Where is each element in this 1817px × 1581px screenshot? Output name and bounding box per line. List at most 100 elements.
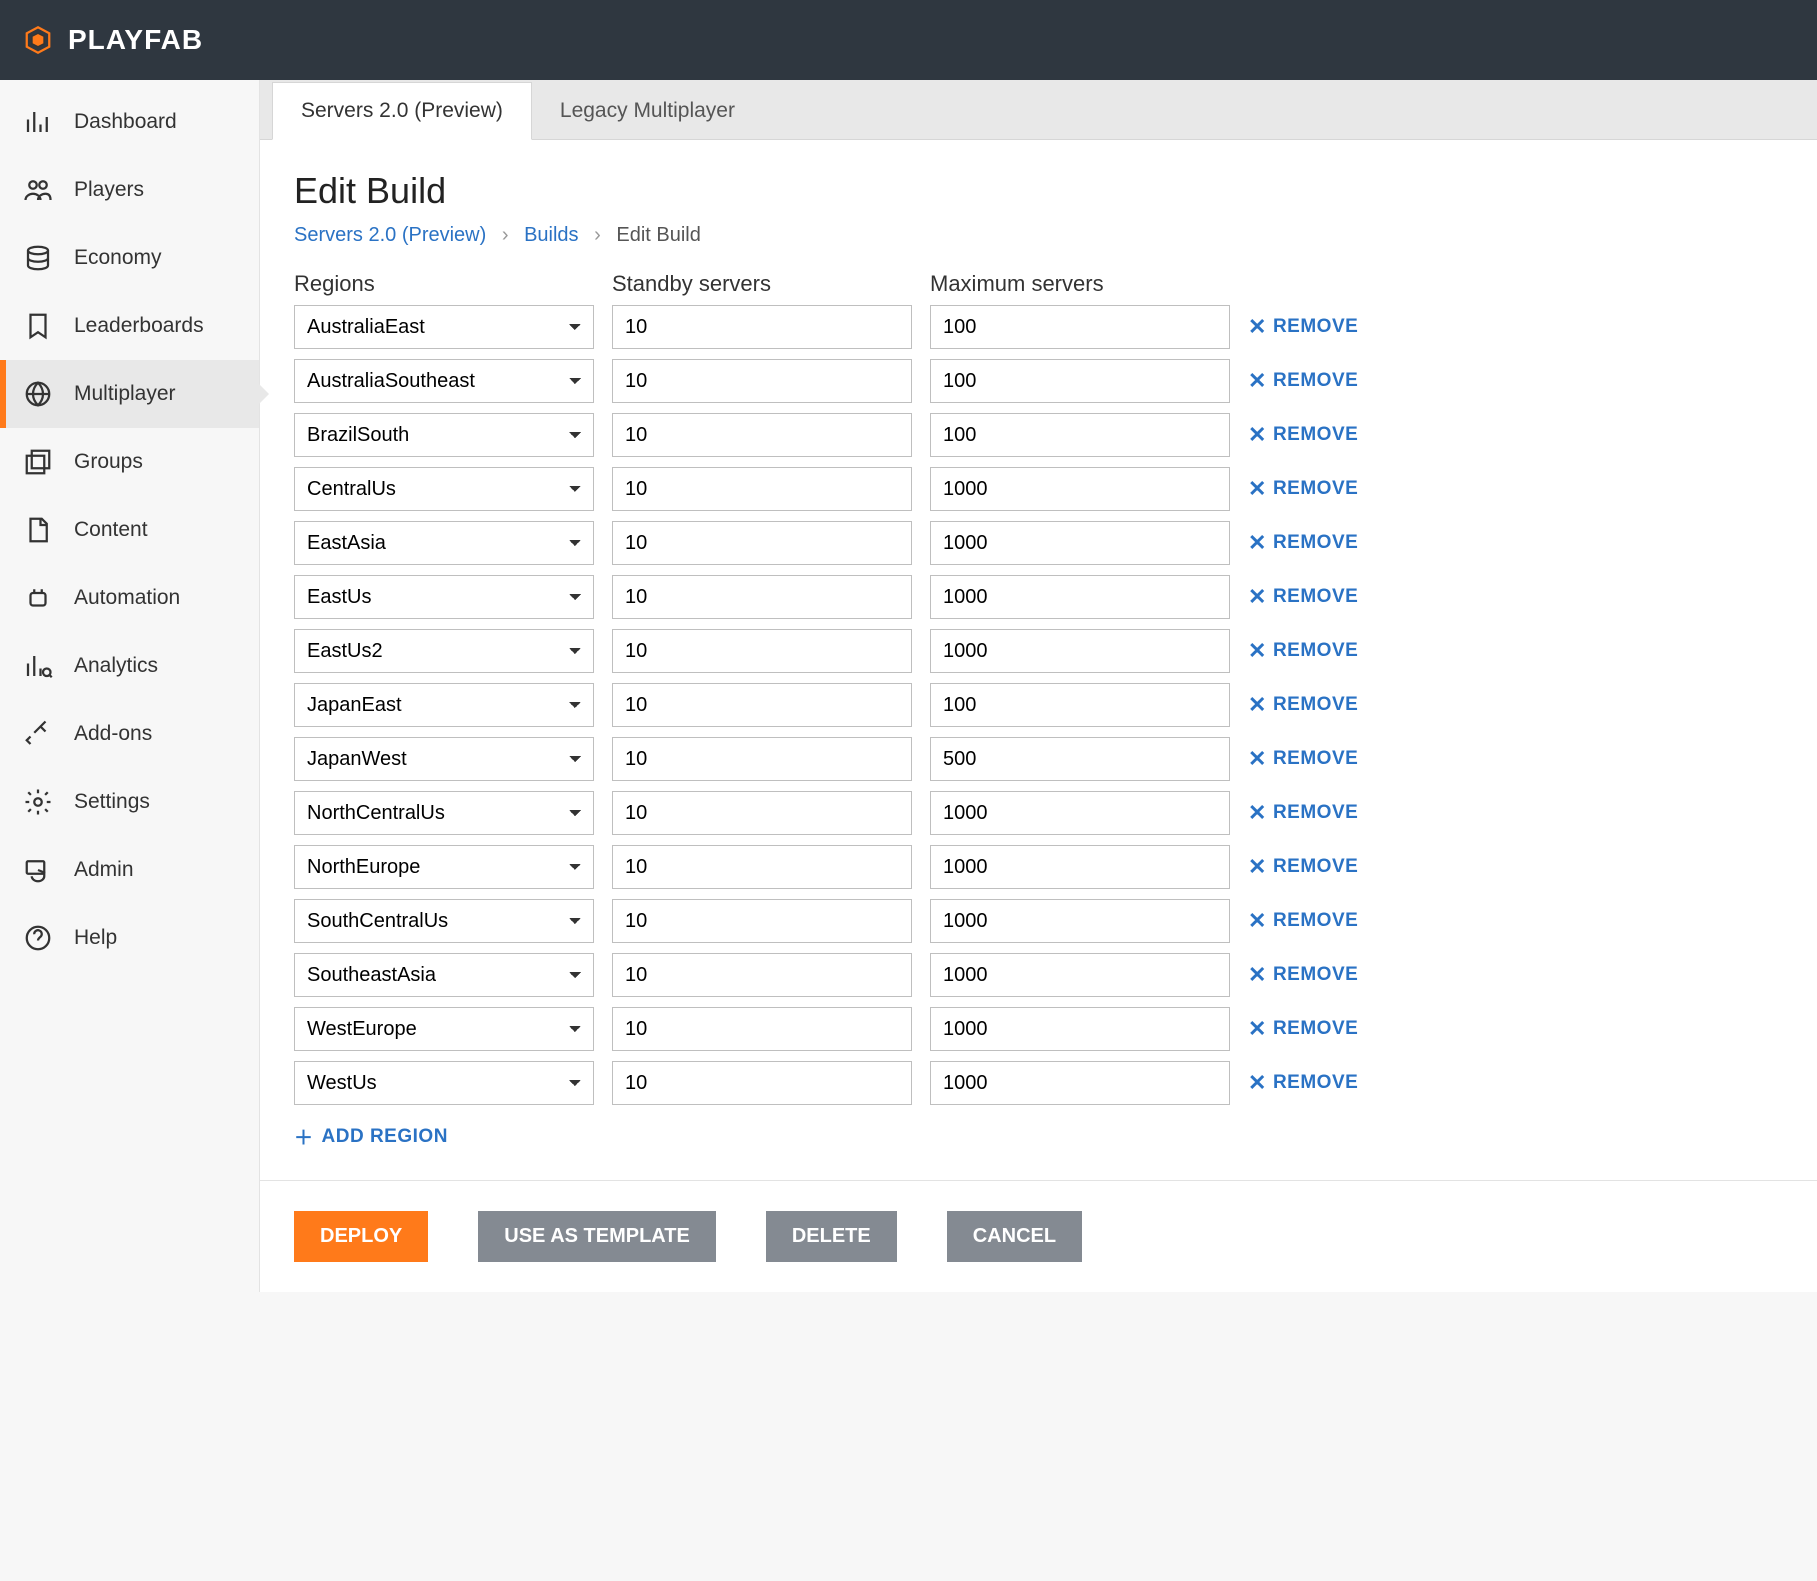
sidebar-item-addons[interactable]: Add-ons: [0, 700, 259, 768]
max-input[interactable]: [930, 413, 1230, 457]
standby-input[interactable]: [612, 791, 912, 835]
standby-input[interactable]: [612, 1007, 912, 1051]
region-select[interactable]: JapanWest: [294, 737, 594, 781]
sidebar-item-settings[interactable]: Settings: [0, 768, 259, 836]
remove-button[interactable]: ✕REMOVE: [1248, 908, 1388, 934]
region-select[interactable]: AustraliaEast: [294, 305, 594, 349]
remove-button[interactable]: ✕REMOVE: [1248, 422, 1388, 448]
standby-input[interactable]: [612, 737, 912, 781]
delete-button[interactable]: DELETE: [766, 1211, 897, 1262]
max-input[interactable]: [930, 305, 1230, 349]
max-input[interactable]: [930, 629, 1230, 673]
standby-input[interactable]: [612, 953, 912, 997]
max-input[interactable]: [930, 953, 1230, 997]
remove-button[interactable]: ✕REMOVE: [1248, 1070, 1388, 1096]
standby-input[interactable]: [612, 845, 912, 889]
brand-logo[interactable]: PLAYFAB: [22, 24, 203, 56]
sidebar-item-admin[interactable]: Admin: [0, 836, 259, 904]
remove-button[interactable]: ✕REMOVE: [1248, 638, 1388, 664]
col-max: Maximum servers: [930, 271, 1230, 297]
standby-input[interactable]: [612, 629, 912, 673]
remove-button[interactable]: ✕REMOVE: [1248, 530, 1388, 556]
region-select[interactable]: AustraliaSoutheast: [294, 359, 594, 403]
sidebar-item-label: Leaderboards: [74, 314, 204, 338]
tab-legacy-multiplayer[interactable]: Legacy Multiplayer: [532, 83, 763, 139]
remove-button[interactable]: ✕REMOVE: [1248, 854, 1388, 880]
breadcrumb-servers[interactable]: Servers 2.0 (Preview): [294, 224, 486, 246]
region-select[interactable]: EastUs: [294, 575, 594, 619]
remove-button[interactable]: ✕REMOVE: [1248, 368, 1388, 394]
region-select[interactable]: JapanEast: [294, 683, 594, 727]
chevron-right-icon: ›: [502, 224, 509, 246]
region-select[interactable]: SouthCentralUs: [294, 899, 594, 943]
max-input[interactable]: [930, 359, 1230, 403]
standby-input[interactable]: [612, 413, 912, 457]
region-rows: AustraliaEast ✕REMOVE AustraliaSoutheast…: [294, 305, 1783, 1105]
deploy-button[interactable]: DEPLOY: [294, 1211, 428, 1262]
remove-button[interactable]: ✕REMOVE: [1248, 800, 1388, 826]
standby-input[interactable]: [612, 305, 912, 349]
region-table-header: Regions Standby servers Maximum servers: [294, 271, 1783, 297]
standby-input[interactable]: [612, 899, 912, 943]
sidebar-item-players[interactable]: Players: [0, 156, 259, 224]
standby-input[interactable]: [612, 359, 912, 403]
sidebar-item-multiplayer[interactable]: Multiplayer: [0, 360, 259, 428]
remove-button[interactable]: ✕REMOVE: [1248, 476, 1388, 502]
region-select[interactable]: CentralUs: [294, 467, 594, 511]
add-region-button[interactable]: ＋ ADD REGION: [294, 1123, 448, 1150]
region-select[interactable]: SoutheastAsia: [294, 953, 594, 997]
sidebar-item-content[interactable]: Content: [0, 496, 259, 564]
standby-input[interactable]: [612, 683, 912, 727]
standby-input[interactable]: [612, 521, 912, 565]
remove-button[interactable]: ✕REMOVE: [1248, 1016, 1388, 1042]
region-row: CentralUs ✕REMOVE: [294, 467, 1783, 511]
max-input[interactable]: [930, 1061, 1230, 1105]
sidebar-item-groups[interactable]: Groups: [0, 428, 259, 496]
region-select[interactable]: WestUs: [294, 1061, 594, 1105]
action-buttons: DEPLOY USE AS TEMPLATE DELETE CANCEL: [260, 1180, 1817, 1292]
close-icon: ✕: [1248, 908, 1267, 934]
tab-servers-2-0-preview-[interactable]: Servers 2.0 (Preview): [272, 82, 532, 140]
max-input[interactable]: [930, 521, 1230, 565]
sidebar-item-analytics[interactable]: Analytics: [0, 632, 259, 700]
max-input[interactable]: [930, 791, 1230, 835]
standby-input[interactable]: [612, 575, 912, 619]
max-input[interactable]: [930, 737, 1230, 781]
region-select[interactable]: EastUs2: [294, 629, 594, 673]
region-select[interactable]: EastAsia: [294, 521, 594, 565]
region-row: WestEurope ✕REMOVE: [294, 1007, 1783, 1051]
use-as-template-button[interactable]: USE AS TEMPLATE: [478, 1211, 716, 1262]
sidebar-item-leaderboards[interactable]: Leaderboards: [0, 292, 259, 360]
max-input[interactable]: [930, 683, 1230, 727]
sidebar-item-economy[interactable]: Economy: [0, 224, 259, 292]
cancel-button[interactable]: CANCEL: [947, 1211, 1082, 1262]
region-select[interactable]: NorthCentralUs: [294, 791, 594, 835]
breadcrumb-current: Edit Build: [616, 224, 701, 246]
max-input[interactable]: [930, 467, 1230, 511]
region-row: SouthCentralUs ✕REMOVE: [294, 899, 1783, 943]
remove-button[interactable]: ✕REMOVE: [1248, 584, 1388, 610]
remove-button[interactable]: ✕REMOVE: [1248, 962, 1388, 988]
close-icon: ✕: [1248, 530, 1267, 556]
remove-button[interactable]: ✕REMOVE: [1248, 314, 1388, 340]
sidebar-item-dashboard[interactable]: Dashboard: [0, 88, 259, 156]
help-icon: [22, 922, 54, 954]
remove-button[interactable]: ✕REMOVE: [1248, 746, 1388, 772]
sidebar-item-automation[interactable]: Automation: [0, 564, 259, 632]
breadcrumb-builds[interactable]: Builds: [524, 224, 578, 246]
max-input[interactable]: [930, 575, 1230, 619]
region-select[interactable]: NorthEurope: [294, 845, 594, 889]
max-input[interactable]: [930, 1007, 1230, 1051]
close-icon: ✕: [1248, 584, 1267, 610]
region-select[interactable]: WestEurope: [294, 1007, 594, 1051]
standby-input[interactable]: [612, 467, 912, 511]
max-input[interactable]: [930, 845, 1230, 889]
sidebar: DashboardPlayersEconomy Leaderboards Multi…: [0, 80, 260, 1292]
region-select[interactable]: BrazilSouth: [294, 413, 594, 457]
standby-input[interactable]: [612, 1061, 912, 1105]
sidebar-item-help[interactable]: Help: [0, 904, 259, 972]
max-input[interactable]: [930, 899, 1230, 943]
remove-button[interactable]: ✕REMOVE: [1248, 692, 1388, 718]
analytics-icon: [22, 650, 54, 682]
sidebar-item-label: Multiplayer: [74, 382, 176, 406]
